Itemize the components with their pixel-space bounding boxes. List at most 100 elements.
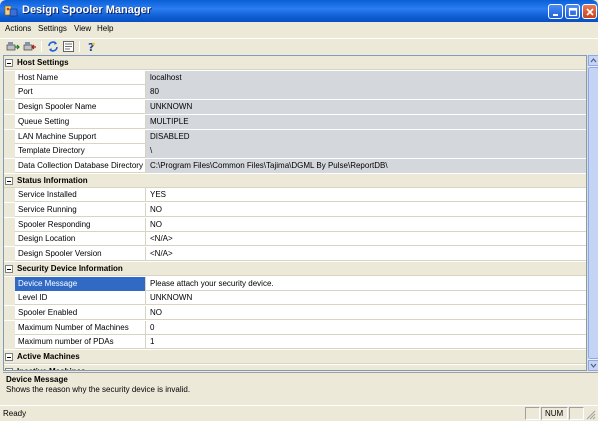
property-value[interactable]: UNKNOWN <box>146 291 586 305</box>
desktop-edge <box>598 0 603 421</box>
property-row[interactable]: Host Name localhost <box>4 70 586 85</box>
property-value[interactable]: DISABLED <box>146 129 586 144</box>
status-pane-empty <box>569 407 584 420</box>
category-row[interactable]: Host Settings <box>4 56 586 70</box>
row-gutter <box>4 100 15 115</box>
menu-view[interactable]: View <box>74 24 91 33</box>
row-gutter <box>4 158 15 173</box>
property-value[interactable]: \ <box>146 144 586 159</box>
toolbar-separator <box>79 41 80 52</box>
property-value[interactable]: <N/A> <box>146 232 586 246</box>
properties-icon[interactable] <box>62 40 76 53</box>
property-value[interactable]: Please attach your security device. <box>146 277 586 291</box>
property-value[interactable]: MULTIPLE <box>146 114 586 129</box>
property-name[interactable]: Spooler Enabled <box>15 305 146 320</box>
property-value[interactable]: <N/A> <box>146 247 586 261</box>
collapse-icon[interactable] <box>5 59 13 67</box>
property-grid[interactable]: Host Settings Host Name localhost Port 80 Des… <box>3 55 587 371</box>
property-name[interactable]: Queue Setting <box>15 114 146 129</box>
close-icon <box>586 8 594 16</box>
property-row[interactable]: Service Running NO <box>4 203 586 217</box>
property-value[interactable]: NO <box>146 218 586 232</box>
property-name[interactable]: Data Collection Database Directory <box>15 158 146 173</box>
property-value[interactable]: 0 <box>146 321 586 335</box>
collapse-icon[interactable] <box>5 176 13 185</box>
toolbar-separator <box>41 41 42 52</box>
property-value[interactable]: UNKNOWN <box>146 100 586 115</box>
property-row[interactable]: Device Message Please attach your securit… <box>4 276 586 291</box>
property-name[interactable]: Host Name <box>15 70 146 85</box>
row-gutter <box>4 188 15 203</box>
category-row[interactable]: Security Device Information <box>4 261 586 276</box>
close-button[interactable] <box>582 4 597 19</box>
collapse-icon[interactable] <box>5 264 13 273</box>
property-row[interactable]: Template Directory \ <box>4 144 586 159</box>
property-row[interactable]: Data Collection Database Directory C:\Pro… <box>4 158 586 173</box>
help-description: Shows the reason why the security device… <box>6 385 191 394</box>
property-value[interactable]: 1 <box>146 335 586 349</box>
property-row[interactable]: Design Location <N/A> <box>4 232 586 247</box>
category-row[interactable]: Active Machines <box>4 350 586 364</box>
help-panel: Device Message Shows the reason why the … <box>3 372 598 404</box>
property-name[interactable]: Template Directory <box>15 144 146 159</box>
row-gutter <box>4 335 15 350</box>
row-gutter <box>4 114 15 129</box>
property-name[interactable]: Design Location <box>15 232 146 247</box>
property-name[interactable]: Maximum Number of Machines <box>15 320 146 335</box>
category-label: Host Settings <box>17 58 69 67</box>
property-name[interactable]: Service Running <box>15 203 146 217</box>
collapse-icon[interactable] <box>5 367 13 370</box>
property-name[interactable]: Spooler Responding <box>15 217 146 232</box>
property-name[interactable]: Design Spooler Name <box>15 100 146 115</box>
property-value[interactable]: NO <box>146 203 586 217</box>
property-name[interactable]: LAN Machine Support <box>15 129 146 144</box>
category-row[interactable]: Status Information <box>4 173 586 188</box>
property-value[interactable]: C:\Program Files\Common Files\Tajima\DGM… <box>146 158 586 173</box>
row-gutter <box>4 129 15 144</box>
property-row[interactable]: Port 80 <box>4 85 586 100</box>
category-label: Status Information <box>17 175 88 185</box>
property-row[interactable]: LAN Machine Support DISABLED <box>4 129 586 144</box>
row-gutter <box>4 305 15 320</box>
maximize-button[interactable] <box>565 4 580 19</box>
help-title: Device Message <box>6 375 68 384</box>
property-row[interactable]: Queue Setting MULTIPLE <box>4 114 586 129</box>
vertical-scrollbar[interactable] <box>587 55 599 371</box>
property-row[interactable]: Spooler Responding NO <box>4 217 586 232</box>
menu-actions[interactable]: Actions <box>5 24 31 33</box>
property-name[interactable]: Maximum number of PDAs <box>15 335 146 350</box>
property-row[interactable]: Maximum number of PDAs 1 <box>4 335 586 350</box>
maximize-icon <box>568 7 578 17</box>
minimize-button[interactable] <box>548 4 563 19</box>
property-value[interactable]: localhost <box>146 70 586 85</box>
category-row[interactable]: Inactive Machines <box>4 364 586 370</box>
resize-grip-icon[interactable] <box>585 409 596 420</box>
property-value[interactable]: 80 <box>146 85 586 100</box>
property-name[interactable]: Service Installed <box>15 188 146 203</box>
property-row[interactable]: Design Spooler Name UNKNOWN <box>4 100 586 115</box>
status-pane-empty <box>525 407 540 420</box>
property-row[interactable]: Design Spooler Version <N/A> <box>4 247 586 262</box>
connect-icon[interactable] <box>6 40 20 53</box>
property-row[interactable]: Service Installed YES <box>4 188 586 203</box>
refresh-icon[interactable] <box>46 40 60 53</box>
menu-help[interactable]: Help <box>97 24 113 33</box>
property-name[interactable]: Level ID <box>15 291 146 306</box>
property-row[interactable]: Level ID UNKNOWN <box>4 291 586 306</box>
property-name[interactable]: Port <box>15 85 146 100</box>
status-num: NUM <box>541 407 568 420</box>
property-row[interactable]: Spooler Enabled NO <box>4 305 586 320</box>
collapse-icon[interactable] <box>5 353 13 361</box>
property-name[interactable]: Design Spooler Version <box>15 247 146 262</box>
row-gutter <box>4 232 15 247</box>
status-bar: Ready NUM <box>0 405 598 421</box>
help-icon[interactable]: ? <box>84 40 98 53</box>
property-value[interactable]: YES <box>146 188 586 202</box>
title-bar[interactable]: Design Spooler Manager <box>0 0 598 22</box>
row-gutter <box>4 320 15 335</box>
disconnect-icon[interactable] <box>23 40 37 53</box>
property-row[interactable]: Maximum Number of Machines 0 <box>4 320 586 335</box>
property-value[interactable]: NO <box>146 306 586 320</box>
property-name[interactable]: Device Message <box>15 276 146 291</box>
menu-settings[interactable]: Settings <box>38 24 67 33</box>
